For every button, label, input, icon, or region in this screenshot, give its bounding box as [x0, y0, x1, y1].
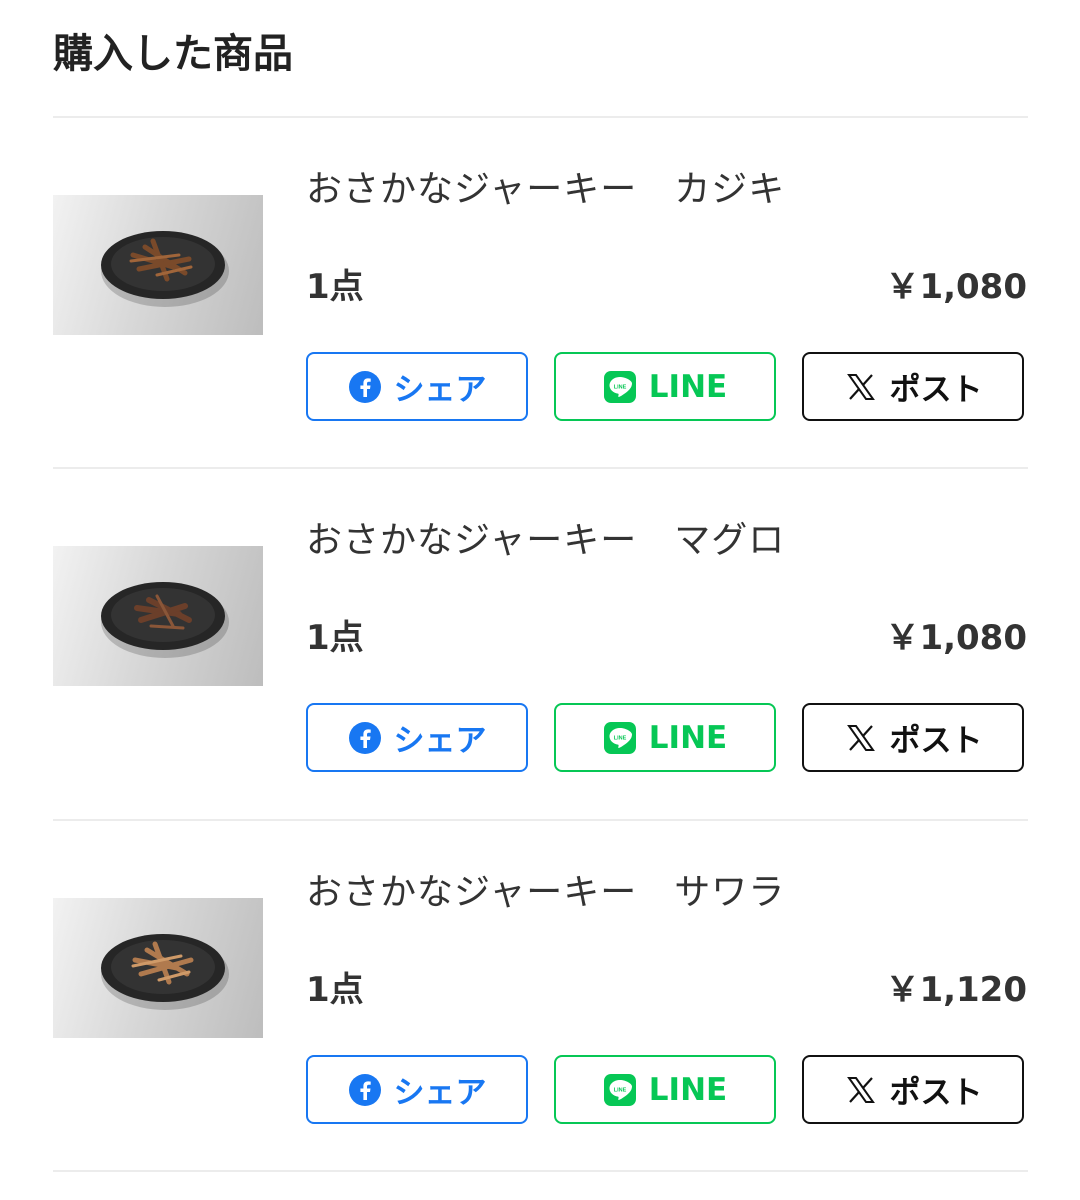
page-title: 購入した商品	[53, 31, 293, 77]
purchased-items-page: 購入した商品 おさかなジャーキー カジキ 1点 ￥1,080 シェア LINE …	[0, 0, 1080, 1200]
facebook-icon	[348, 721, 382, 755]
facebook-share-button[interactable]: シェア	[306, 703, 528, 772]
facebook-share-button[interactable]: シェア	[306, 1055, 528, 1124]
line-share-button[interactable]: LINE LINE	[554, 352, 776, 421]
product-price: ￥1,080	[885, 618, 1027, 658]
line-share-button[interactable]: LINE LINE	[554, 1055, 776, 1124]
line-share-label: LINE	[648, 719, 728, 756]
line-icon: LINE	[603, 370, 637, 404]
line-icon: LINE	[603, 1073, 637, 1107]
product-image	[53, 898, 263, 1038]
product-name[interactable]: おさかなジャーキー マグロ	[306, 518, 785, 564]
svg-text:LINE: LINE	[614, 1087, 627, 1093]
purchased-item: おさかなジャーキー カジキ 1点 ￥1,080 シェア LINE LINE ポス…	[0, 117, 1080, 467]
x-post-button[interactable]: ポスト	[802, 1055, 1024, 1124]
facebook-icon	[348, 370, 382, 404]
facebook-share-label: シェア	[393, 723, 487, 759]
product-quantity: 1点	[306, 618, 364, 658]
x-post-label: ポスト	[889, 372, 983, 408]
svg-text:LINE: LINE	[614, 384, 627, 390]
svg-text:LINE: LINE	[614, 735, 627, 741]
product-quantity: 1点	[306, 970, 364, 1010]
product-price: ￥1,080	[885, 267, 1027, 307]
x-icon	[844, 1073, 878, 1107]
divider	[53, 1170, 1028, 1172]
product-price: ￥1,120	[885, 970, 1027, 1010]
product-image	[53, 546, 263, 686]
x-icon	[844, 370, 878, 404]
facebook-share-label: シェア	[393, 1075, 487, 1111]
line-share-label: LINE	[648, 1071, 728, 1108]
product-name[interactable]: おさかなジャーキー サワラ	[306, 870, 785, 916]
line-icon: LINE	[603, 721, 637, 755]
facebook-share-button[interactable]: シェア	[306, 352, 528, 421]
line-share-label: LINE	[648, 368, 728, 405]
x-post-label: ポスト	[889, 1075, 983, 1111]
product-name[interactable]: おさかなジャーキー カジキ	[306, 167, 785, 213]
product-image	[53, 195, 263, 335]
purchased-item: おさかなジャーキー マグロ 1点 ￥1,080 シェア LINE LINE ポス…	[0, 468, 1080, 818]
x-post-button[interactable]: ポスト	[802, 352, 1024, 421]
product-quantity: 1点	[306, 267, 364, 307]
facebook-share-label: シェア	[393, 372, 487, 408]
line-share-button[interactable]: LINE LINE	[554, 703, 776, 772]
facebook-icon	[348, 1073, 382, 1107]
x-post-button[interactable]: ポスト	[802, 703, 1024, 772]
x-post-label: ポスト	[889, 723, 983, 759]
purchased-item: おさかなジャーキー サワラ 1点 ￥1,120 シェア LINE LINE ポス…	[0, 820, 1080, 1170]
x-icon	[844, 721, 878, 755]
